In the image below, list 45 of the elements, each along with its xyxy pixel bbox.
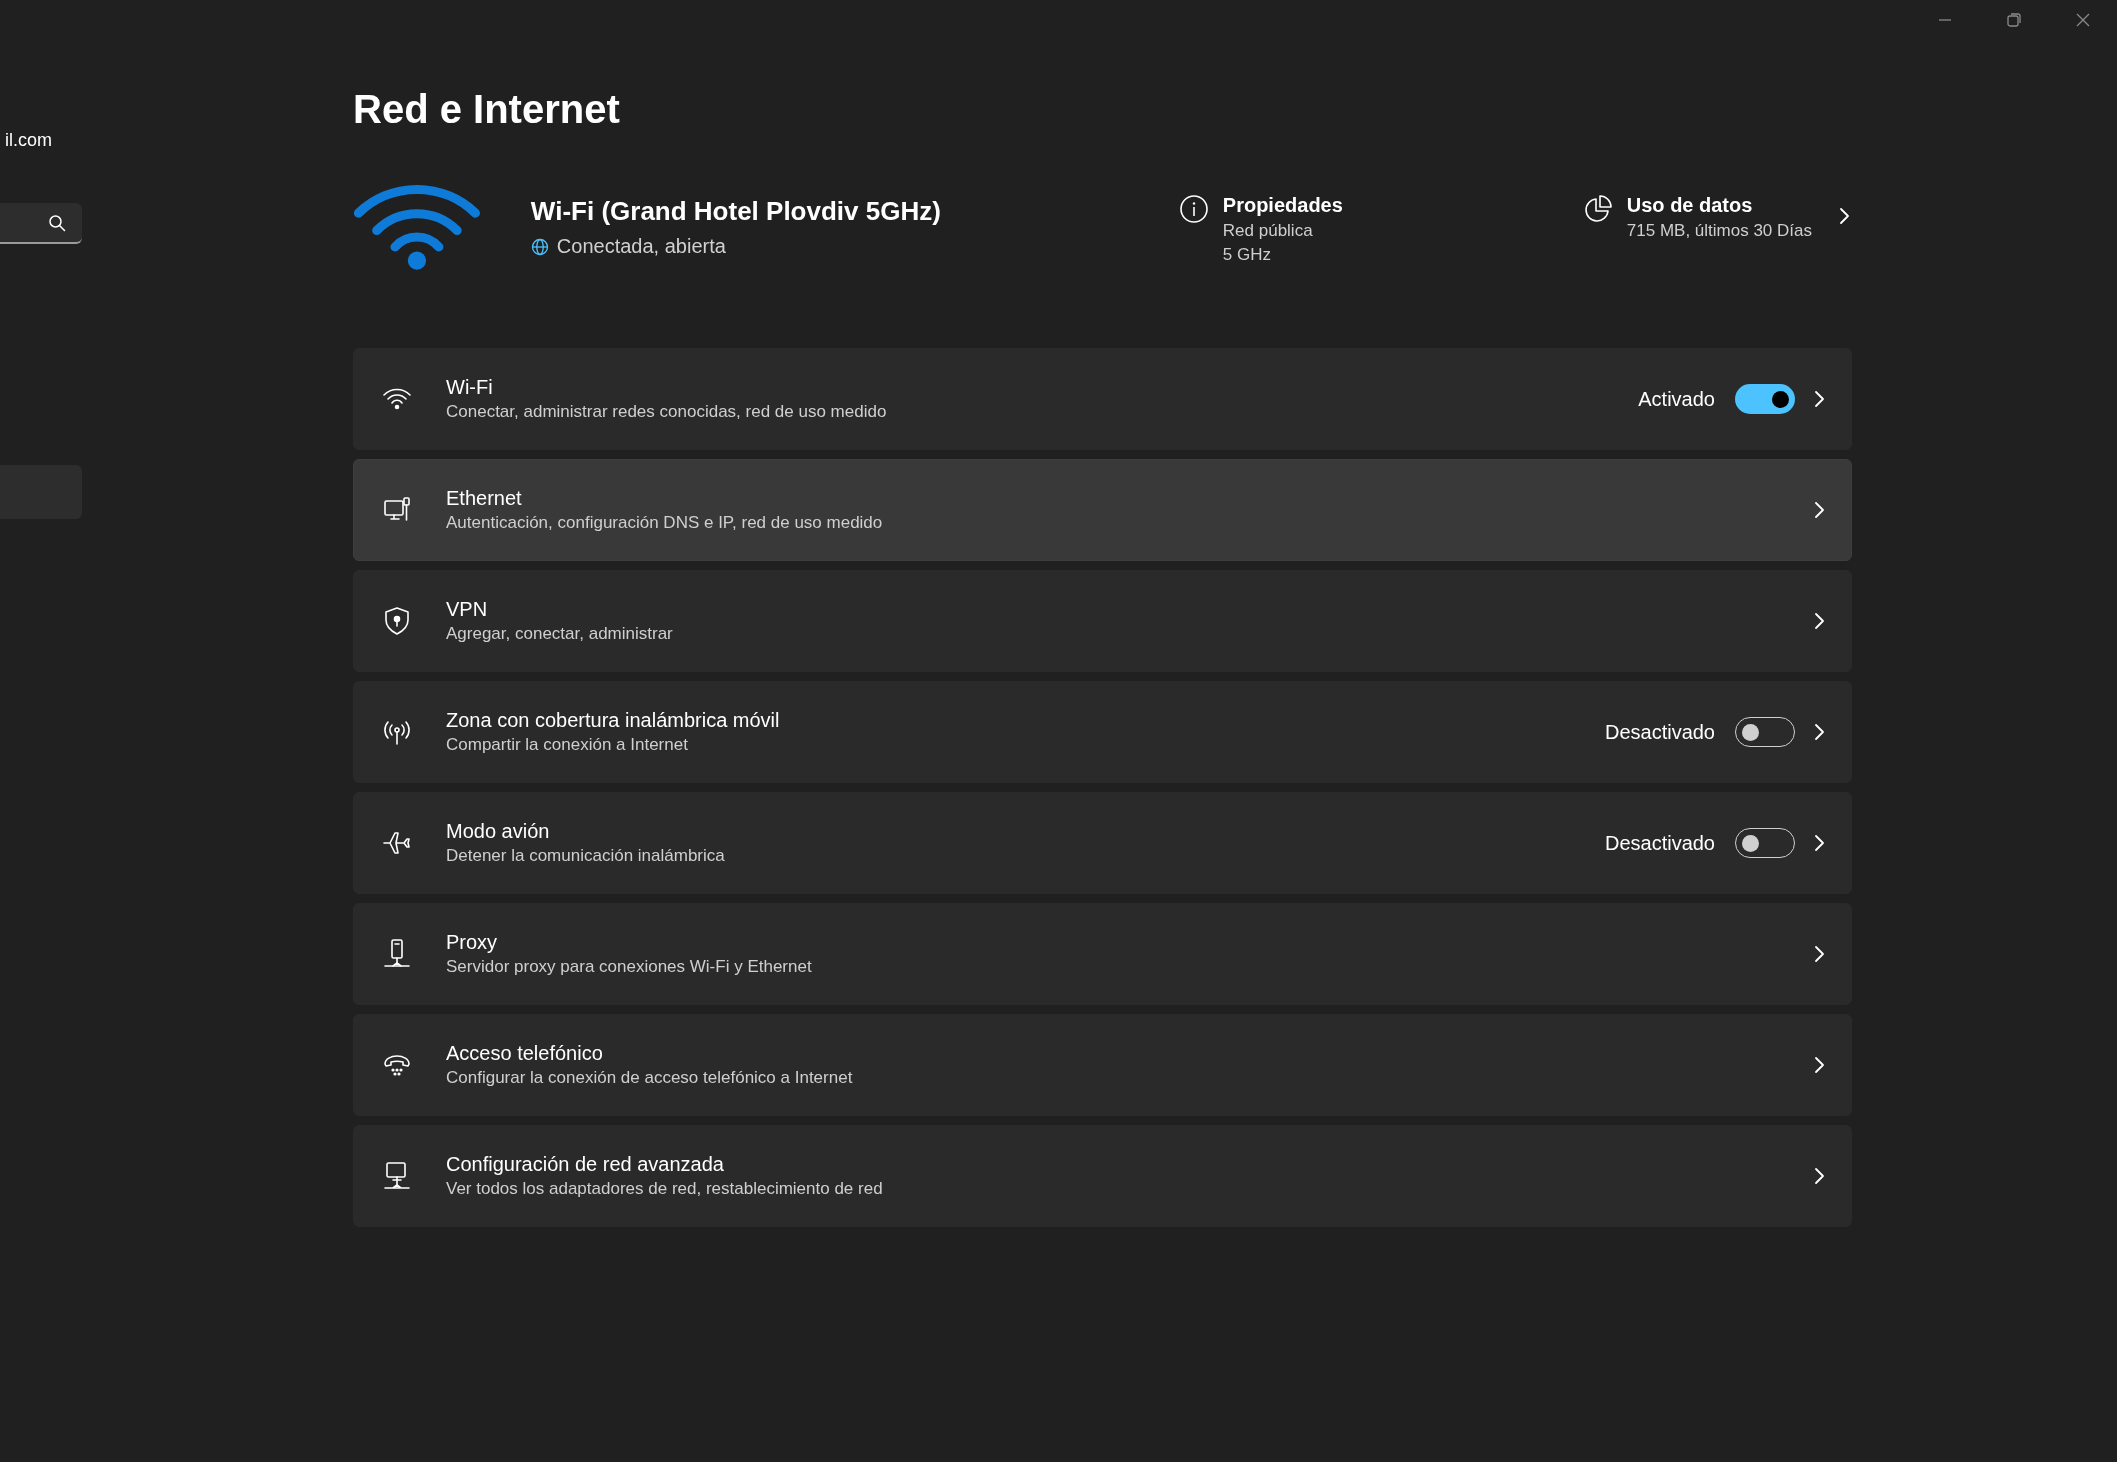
toggle-state-label: Desactivado	[1604, 720, 1715, 744]
globe-icon	[530, 237, 549, 256]
account-email: il.com	[4, 130, 52, 151]
data-usage-detail: 715 MB, últimos 30 Días	[1626, 221, 1812, 241]
toggle-state-label: Desactivado	[1604, 831, 1715, 855]
settings-row[interactable]: Modo avión Detener la comunicación inalámbrica Desactivado	[353, 792, 1852, 894]
minimize-icon	[1937, 19, 1952, 21]
info-icon	[1178, 194, 1209, 224]
close-icon	[2074, 12, 2091, 28]
page-title: Red e Internet	[353, 86, 621, 133]
toggle-switch[interactable]	[1735, 384, 1795, 414]
row-title: Acceso telefónico	[446, 1042, 604, 1065]
connection-status: Conectada, abierta	[556, 235, 726, 258]
restore-icon	[2005, 12, 2022, 28]
settings-row[interactable]: Wi-Fi Conectar, administrar redes conocidas, red de uso medido Activado	[353, 348, 1852, 450]
row-description: Detener la comunicación inalámbrica	[446, 846, 726, 866]
search-field[interactable]	[0, 203, 82, 244]
row-description: Configurar la conexión de acceso telefónico a Internet	[446, 1068, 854, 1088]
network-name: Wi-Fi (Grand Hotel Plovdiv 5GHz)	[530, 196, 942, 227]
row-title: Ethernet	[446, 487, 523, 510]
data-usage-link[interactable]: Uso de datos	[1626, 194, 1812, 217]
row-title: Proxy	[446, 931, 499, 954]
row-title: VPN	[446, 598, 489, 621]
settings-row[interactable]: Ethernet Autenticación, configuración DNS e IP, red de uso medido	[353, 459, 1852, 561]
pie-chart-icon	[1582, 194, 1613, 224]
row-description: Autenticación, configuración DNS e IP, red de uso medido	[446, 513, 884, 533]
row-title: Zona con cobertura inalámbrica móvil	[446, 709, 781, 732]
row-title: Modo avión	[446, 820, 551, 843]
toggle-state-label: Activado	[1638, 387, 1715, 411]
row-description: Agregar, conectar, administrar	[446, 624, 674, 644]
settings-row[interactable]: VPN Agregar, conectar, administrar	[353, 570, 1852, 672]
settings-row[interactable]: Proxy Servidor proxy para conexiones Wi-Fi y Ethernet	[353, 903, 1852, 1005]
settings-row[interactable]: Zona con cobertura inalámbrica móvil Compartir la conexión a Internet Desactivado	[353, 681, 1852, 783]
row-description: Servidor proxy para conexiones Wi-Fi y Ethernet	[446, 957, 813, 977]
settings-row[interactable]: Configuración de red avanzada Ver todos los adaptadores de red, restablecimiento de red	[353, 1125, 1852, 1227]
row-title: Wi-Fi	[446, 376, 494, 399]
settings-row[interactable]: Acceso telefónico Configurar la conexión de acceso telefónico a Internet	[353, 1014, 1852, 1116]
row-description: Conectar, administrar redes conocidas, red de uso medido	[446, 402, 888, 422]
search-icon	[48, 213, 66, 232]
row-title: Configuración de red avanzada	[446, 1153, 725, 1176]
properties-link[interactable]: Propiedades	[1222, 194, 1343, 217]
property-detail: 5 GHz	[1222, 245, 1272, 265]
row-description: Ver todos los adaptadores de red, restablecimiento de red	[446, 1179, 884, 1199]
property-detail: Red pública	[1222, 221, 1314, 241]
row-description: Compartir la conexión a Internet	[446, 735, 689, 755]
